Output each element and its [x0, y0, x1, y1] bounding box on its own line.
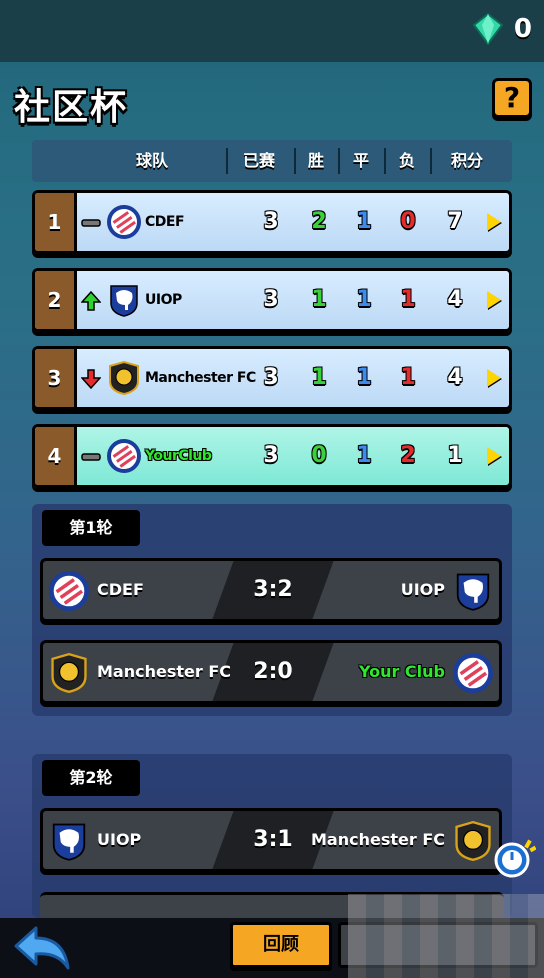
rank-number: 2 [35, 271, 77, 329]
played-value: 3 [263, 209, 279, 234]
lion-crest-icon [109, 361, 139, 395]
round-panel: 第1轮 CDEF 3:2 UIOP Manchester FC 2:0 Your… [32, 504, 512, 716]
page-title: 社区杯 [14, 87, 129, 128]
back-arrow-icon[interactable] [12, 924, 72, 974]
team-name: YourClub [145, 448, 212, 464]
lion-crest-icon [51, 653, 87, 693]
row-arrow-icon [487, 213, 501, 231]
played-value: 3 [263, 365, 279, 390]
top-bar: 0 [0, 0, 544, 62]
lion-crest-icon [455, 821, 491, 861]
elephant-crest-icon [52, 823, 86, 861]
standings-row[interactable]: 3 Manchester FC 3 1 1 1 4 [32, 346, 512, 410]
away-team-name: UIOP [400, 580, 445, 599]
stopwatch-icon[interactable] [492, 836, 536, 880]
pixelated-overlay [348, 894, 544, 978]
rank-number: 3 [35, 349, 77, 407]
title-bar: 社区杯 ? [0, 70, 544, 130]
elephant-crest-icon [456, 573, 490, 611]
won-value: 0 [311, 443, 327, 468]
row-arrow-icon [487, 447, 501, 465]
match-card[interactable]: CDEF 3:2 UIOP [40, 558, 502, 622]
round-label: 第1轮 [42, 510, 140, 546]
col-played: 已赛 [242, 151, 275, 170]
lost-value: 1 [400, 365, 416, 390]
lost-value: 2 [400, 443, 416, 468]
col-lost: 负 [398, 151, 415, 170]
team-name: Manchester FC [145, 370, 256, 386]
won-value: 1 [311, 287, 327, 312]
col-draw: 平 [352, 151, 369, 170]
trend-same-icon [81, 453, 101, 461]
home-team-name: Manchester FC [97, 662, 231, 681]
match-score: 2:0 [253, 659, 293, 684]
lost-value: 1 [400, 287, 416, 312]
rank-number: 4 [35, 427, 77, 485]
stripe-crest-icon [453, 653, 493, 693]
played-value: 3 [263, 443, 279, 468]
draw-value: 1 [356, 365, 372, 390]
team-name: CDEF [145, 214, 185, 230]
gem-icon [472, 13, 504, 45]
lost-value: 0 [400, 209, 416, 234]
points-value: 4 [447, 365, 463, 390]
row-arrow-icon [487, 369, 501, 387]
standings-header: 球队 已赛 胜 平 负 积分 [32, 140, 512, 182]
match-card[interactable]: UIOP 3:1 Manchester FC [40, 808, 502, 872]
row-arrow-icon [487, 291, 501, 309]
gem-count: 0 [513, 14, 532, 44]
points-value: 7 [447, 209, 463, 234]
help-button[interactable]: ? [492, 78, 532, 118]
home-team-name: CDEF [97, 580, 144, 599]
elephant-crest-icon [110, 285, 138, 317]
standings-row[interactable]: 1 CDEF 3 2 1 0 7 [32, 190, 512, 254]
points-value: 4 [447, 287, 463, 312]
won-value: 2 [311, 209, 327, 234]
col-team: 球队 [135, 151, 168, 170]
draw-value: 1 [356, 443, 372, 468]
points-value: 1 [447, 443, 463, 468]
team-name: UIOP [145, 292, 182, 308]
trend-down-icon [81, 369, 101, 389]
standings-row[interactable]: 2 UIOP 3 1 1 1 4 [32, 268, 512, 332]
match-score: 3:1 [253, 827, 293, 852]
away-team-name: Your Club [358, 662, 445, 681]
away-team-name: Manchester FC [311, 830, 445, 849]
standings-row-my-club[interactable]: 4 YourClub 3 0 1 2 1 [32, 424, 512, 488]
stripe-crest-icon [49, 571, 89, 611]
home-team-name: UIOP [97, 830, 142, 849]
col-won: 胜 [307, 151, 324, 170]
stripe-crest-icon [107, 439, 141, 473]
rank-number: 1 [35, 193, 77, 251]
review-button[interactable]: 回顾 [230, 922, 332, 968]
round-label: 第2轮 [42, 760, 140, 796]
won-value: 1 [311, 365, 327, 390]
draw-value: 1 [356, 287, 372, 312]
trend-up-icon [81, 291, 101, 311]
match-card[interactable]: Manchester FC 2:0 Your Club [40, 640, 502, 704]
draw-value: 1 [356, 209, 372, 234]
match-score: 3:2 [253, 577, 293, 602]
played-value: 3 [263, 287, 279, 312]
trend-same-icon [81, 219, 101, 227]
col-points: 积分 [450, 151, 483, 170]
stripe-crest-icon [107, 205, 141, 239]
